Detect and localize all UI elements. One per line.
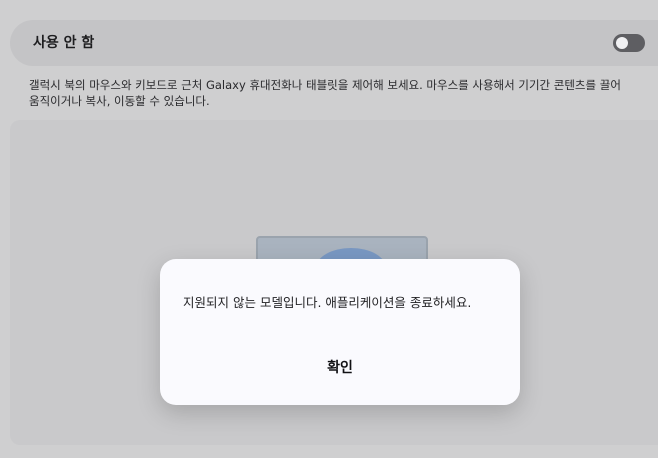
enable-toggle-switch[interactable]: [613, 34, 645, 52]
unsupported-model-dialog: 지원되지 않는 모델입니다. 애플리케이션을 종료하세요. 확인: [160, 259, 520, 405]
toggle-knob: [616, 37, 628, 49]
toggle-status-label: 사용 안 함: [33, 35, 95, 51]
enable-toggle-row[interactable]: 사용 안 함: [10, 20, 658, 66]
settings-page: 사용 안 함 갤럭시 북의 마우스와 키보드로 근처 Galaxy 휴대전화나 …: [0, 0, 658, 458]
confirm-button[interactable]: 확인: [280, 353, 400, 383]
dialog-message: 지원되지 않는 모델입니다. 애플리케이션을 종료하세요.: [183, 295, 472, 310]
feature-description: 갤럭시 북의 마우스와 키보드로 근처 Galaxy 휴대전화나 태블릿을 제어…: [29, 78, 621, 108]
